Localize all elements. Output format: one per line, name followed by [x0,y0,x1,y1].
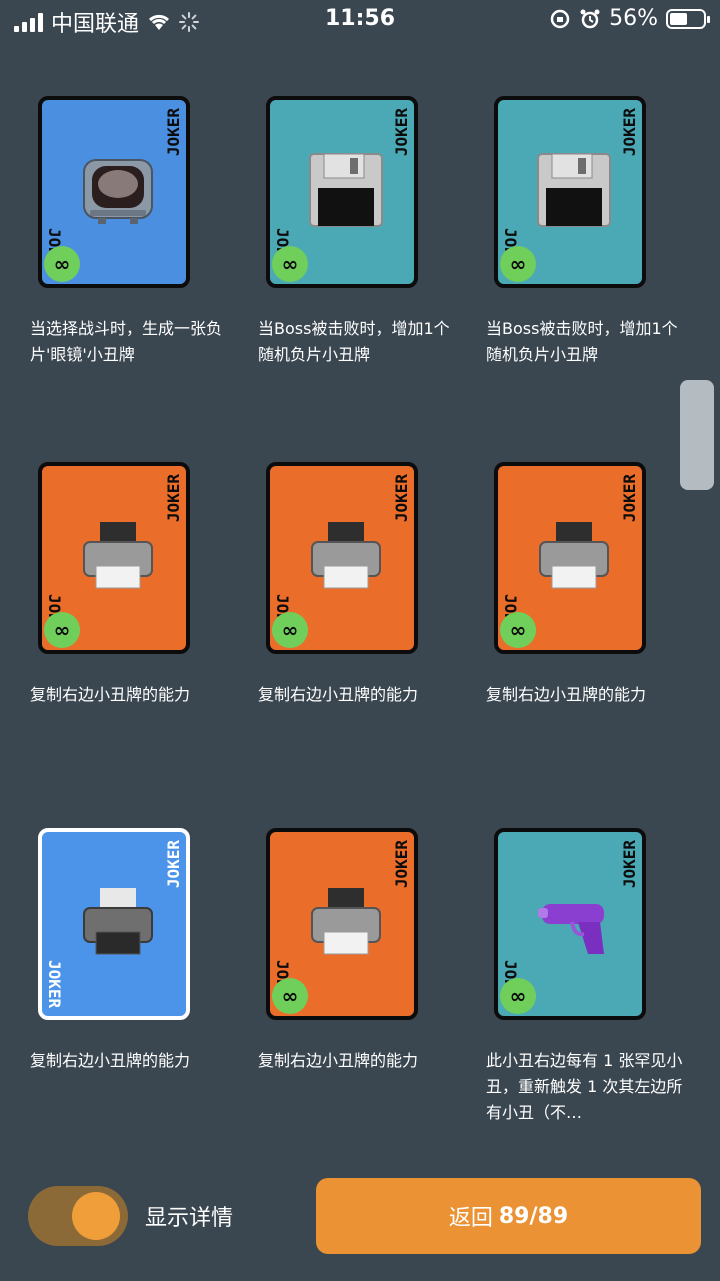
toggle-knob [72,1192,120,1240]
status-right: 56% [549,6,710,31]
show-details-toggle[interactable] [28,1186,128,1246]
joker-card[interactable]: JOKER JOKER ∞ [266,462,418,654]
joker-description: 当选择战斗时，生成一张负片'眼镜'小丑牌 [30,319,223,364]
scrollbar[interactable] [680,380,714,490]
joker-label-top: JOKER [164,108,183,157]
battery-percent: 56% [609,6,658,31]
joker-description: 复制右边小丑牌的能力 [258,685,419,704]
infinity-badge: ∞ [272,612,308,648]
joker-label-top: JOKER [620,108,639,157]
tv-icon [83,159,153,224]
water-gun-icon [538,904,604,954]
printer-icon [539,522,609,589]
joker-description: 此小丑右边每有 1 张罕见小丑，重新触发 1 次其左边所有小丑（不… [486,1051,683,1122]
joker-description: 当Boss被击败时，增加1个随机负片小丑牌 [486,319,678,364]
joker-card[interactable]: JOKER JOKER [38,828,190,1020]
joker-card[interactable]: JOKER JOKER ∞ [266,828,418,1020]
joker-label-top: JOKER [392,840,411,889]
joker-label-top: JOKER [620,474,639,523]
joker-description: 复制右边小丑牌的能力 [258,1051,419,1070]
joker-card[interactable]: JOKER JOKER ∞ [494,462,646,654]
joker-label-top: JOKER [620,840,639,889]
battery-icon [666,8,710,29]
infinity-badge: ∞ [500,978,536,1014]
joker-description: 复制右边小丑牌的能力 [486,685,647,704]
joker-card[interactable]: JOKER JOKER ∞ [266,96,418,288]
back-button[interactable]: 返回 89/89 [316,1178,701,1254]
printer-icon [83,522,153,589]
show-details-label: 显示详情 [145,1206,234,1231]
alarm-icon [580,9,600,28]
floppy-disk-icon [537,153,611,227]
infinity-badge: ∞ [500,246,536,282]
joker-label-top: JOKER [392,474,411,523]
back-button-count: 89/89 [498,1203,569,1229]
joker-label-top: JOKER [392,108,411,157]
infinity-badge: ∞ [44,612,80,648]
joker-card[interactable]: JOKER JOKER ∞ [38,96,190,288]
joker-label-bottom: JOKER [45,959,64,1008]
joker-label-top: JOKER [164,474,183,523]
infinity-badge: ∞ [44,246,80,282]
joker-card[interactable]: JOKER JOKER ∞ [494,828,646,1020]
printer-icon [83,888,153,955]
status-bar: 中国联通 11:56 56% [0,0,720,40]
floppy-disk-icon [309,153,383,227]
joker-label-top: JOKER [164,840,183,889]
infinity-badge: ∞ [272,246,308,282]
rotation-lock-icon [550,9,570,28]
joker-card[interactable]: JOKER JOKER ∞ [494,96,646,288]
infinity-badge: ∞ [272,978,308,1014]
joker-description: 复制右边小丑牌的能力 [30,685,191,704]
joker-card[interactable]: JOKER JOKER ∞ [38,462,190,654]
joker-description: 当Boss被击败时，增加1个随机负片小丑牌 [258,319,450,364]
back-button-label: 返回 [448,1206,493,1231]
printer-icon [311,522,381,589]
joker-description: 复制右边小丑牌的能力 [30,1051,191,1070]
printer-icon [311,888,381,955]
infinity-badge: ∞ [500,612,536,648]
